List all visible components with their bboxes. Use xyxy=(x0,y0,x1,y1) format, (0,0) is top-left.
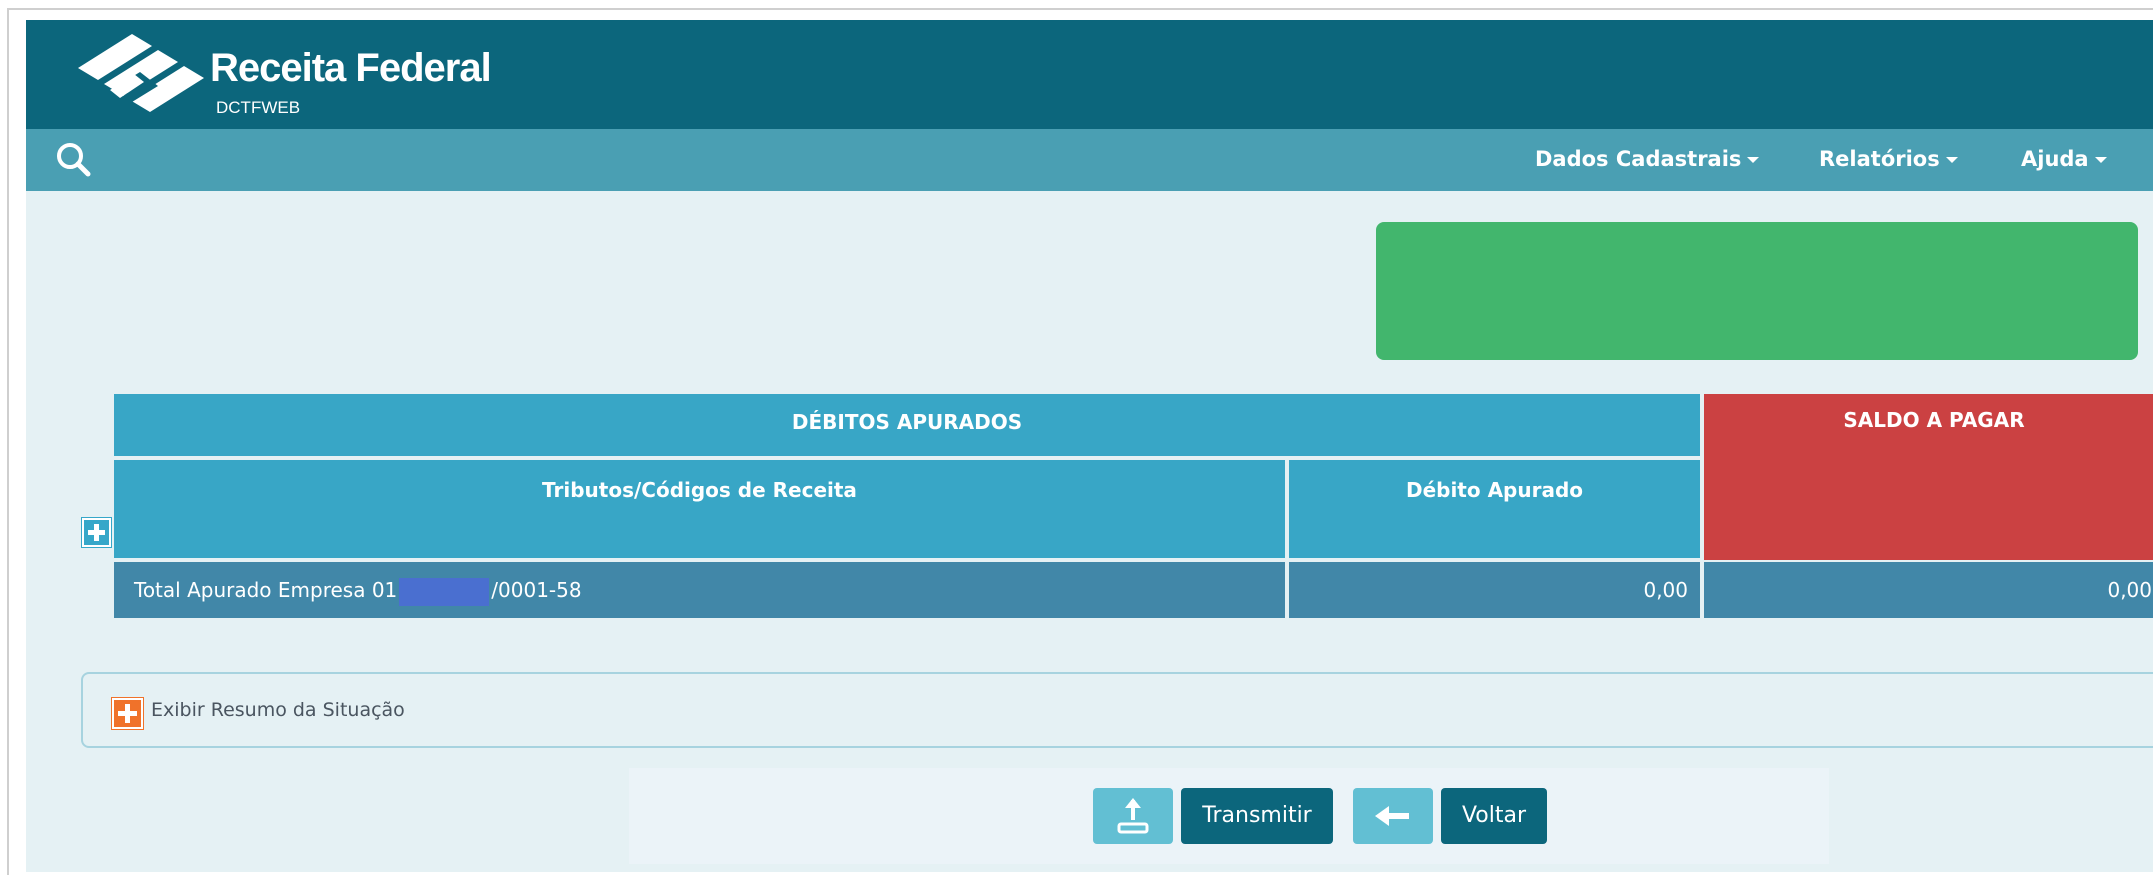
row-debito-value: 0,00 xyxy=(1289,562,1700,618)
header-debitos-apurados: DÉBITOS APURADOS xyxy=(114,394,1700,456)
navbar: Dados Cadastrais Relatórios Ajuda xyxy=(26,129,2153,191)
brand-title: Receita Federal xyxy=(210,46,492,90)
table-row-label: Total Apurado Empresa 01/0001-58 xyxy=(114,562,1285,618)
header-saldo-a-pagar: SALDO A PAGAR xyxy=(1704,394,2153,560)
exibir-resumo-link[interactable]: Exibir Resumo da Situação xyxy=(151,699,405,721)
row-saldo-value: 0,00 xyxy=(1704,562,2153,618)
nav-relatorios-label: Relatórios xyxy=(1819,147,1940,171)
column-header-debito-apurado: Débito Apurado xyxy=(1289,460,1700,558)
nav-ajuda-label: Ajuda xyxy=(2021,147,2089,171)
transmitir-button[interactable]: Transmitir xyxy=(1181,788,1333,844)
row-label-suffix: /0001-58 xyxy=(491,578,582,602)
voltar-icon-button[interactable] xyxy=(1353,788,1433,844)
brand-subtitle: DCTFWEB xyxy=(216,98,301,117)
nav-relatorios[interactable]: Relatórios xyxy=(1819,147,1958,171)
plus-icon xyxy=(88,524,105,541)
chevron-down-icon xyxy=(2094,157,2107,163)
chevron-down-icon xyxy=(1945,157,1958,163)
arrow-left-icon xyxy=(1375,806,1409,826)
action-bar: Transmitir Voltar xyxy=(629,768,1829,864)
search-icon xyxy=(57,143,91,177)
resumo-panel: Exibir Resumo da Situação xyxy=(81,672,2153,748)
nav-ajuda[interactable]: Ajuda xyxy=(2021,147,2107,171)
redacted-block xyxy=(399,577,490,606)
search-button[interactable] xyxy=(52,139,98,181)
status-message-box xyxy=(1376,222,2138,360)
row-label-prefix: Total Apurado Empresa 01 xyxy=(134,578,398,602)
transmitir-icon-button[interactable] xyxy=(1093,788,1173,844)
debitos-table: DÉBITOS APURADOS SALDO A PAGAR Tributos/… xyxy=(114,394,2153,640)
plus-icon[interactable] xyxy=(111,697,144,730)
column-header-tributos: Tributos/Códigos de Receita xyxy=(114,460,1285,558)
nav-dados-cadastrais-label: Dados Cadastrais xyxy=(1535,147,1742,171)
app-container: Receita Federal DCTFWEB Dados Cadastrais… xyxy=(26,20,2153,872)
upload-icon xyxy=(1117,798,1149,834)
header: Receita Federal DCTFWEB xyxy=(26,20,2153,129)
nav-dados-cadastrais[interactable]: Dados Cadastrais xyxy=(1535,147,1760,171)
receita-federal-logo xyxy=(78,34,204,112)
expand-table-button[interactable] xyxy=(81,517,112,548)
voltar-button[interactable]: Voltar xyxy=(1441,788,1547,844)
chevron-down-icon xyxy=(1747,157,1760,163)
plus-glyph xyxy=(118,704,137,723)
